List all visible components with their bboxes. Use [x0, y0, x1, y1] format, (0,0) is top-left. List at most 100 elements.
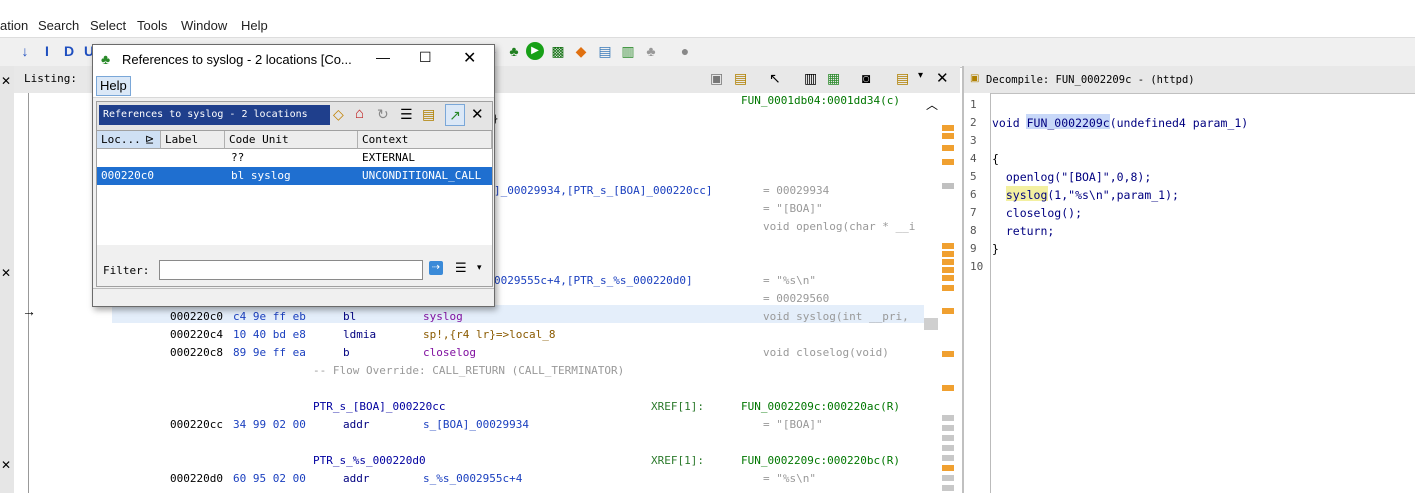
filter-options-icon[interactable]: ☰ [455, 260, 467, 276]
address[interactable]: 000220c8 [170, 346, 223, 360]
code-line[interactable]: void FUN_0002209c(undefined4 param_1) [992, 116, 1248, 130]
mnemonic[interactable]: b [343, 346, 350, 360]
menu-window[interactable]: Window [181, 18, 227, 33]
column-header-code-unit[interactable]: Code Unit [225, 131, 358, 149]
decompile-tab-bar: ▣ Decompile: FUN_0002209c - (httpd) [964, 66, 1415, 94]
network-icon[interactable]: ♣ [642, 42, 660, 60]
address[interactable]: 000220d0 [170, 472, 223, 486]
code-line[interactable]: } [992, 242, 999, 256]
field-icon[interactable]: ▥ [804, 70, 817, 87]
filter-input[interactable] [159, 260, 423, 280]
mnemonic[interactable]: ldmia [343, 328, 376, 342]
cell-code-unit: ?? [231, 151, 245, 164]
scroll-up-icon[interactable]: ︿ [926, 96, 938, 113]
run-icon[interactable]: ▶ [526, 42, 544, 60]
menu-select[interactable]: Select [90, 18, 126, 33]
overview-bar[interactable] [938, 93, 960, 493]
address[interactable]: 000220cc [170, 418, 223, 432]
menu-bar: ation Search Select Tools Window Help [0, 15, 1415, 37]
operand[interactable]: s_%s_0002955c+4 [423, 472, 522, 486]
code-line[interactable]: openlog("[BOA]",0,8); [992, 170, 1151, 184]
maximize-icon[interactable]: ☐ [419, 49, 432, 66]
home-icon[interactable]: ⌂ [355, 105, 364, 122]
flow-override-comment: -- Flow Override: CALL_RETURN (CALL_TERM… [313, 364, 625, 377]
references-panel-title: References to syslog - 2 locations [99, 105, 330, 125]
label[interactable]: PTR_s_%s_000220d0 [313, 454, 426, 468]
close-icon[interactable]: ✕ [471, 105, 484, 123]
line-number: 10 [970, 260, 984, 273]
table-row[interactable]: 000220c0 bl syslog UNCONDITIONAL_CALL [97, 167, 492, 185]
graph-icon[interactable]: ▦ [827, 70, 840, 87]
settings-icon[interactable]: ● [676, 42, 694, 60]
code-line[interactable]: closelog(); [992, 206, 1082, 220]
function-xref[interactable]: FUN_0001db04:0001dd34(c) [741, 94, 900, 108]
operand[interactable]: s_[BOA]_00029934 [423, 418, 529, 432]
operand[interactable]: 0029555c+4,[PTR_s_%s_000220d0] [494, 274, 693, 288]
tree-icon[interactable]: ♣ [505, 42, 523, 60]
bytes: 10 40 bd e8 [233, 328, 306, 341]
tag-icon[interactable]: ◇ [333, 106, 344, 123]
paste-icon[interactable]: ▤ [734, 70, 747, 87]
refresh-icon[interactable]: ↻ [377, 106, 389, 123]
xref-target[interactable]: FUN_0002209c:000220bc(R) [741, 454, 900, 468]
chevron-down-icon[interactable]: ▾ [918, 70, 923, 81]
close-icon[interactable]: ✕ [0, 74, 12, 88]
scrollbar-thumb[interactable] [924, 318, 938, 330]
mnemonic[interactable]: addr [343, 472, 370, 486]
layout-icon[interactable]: ▤ [896, 70, 909, 87]
list-icon[interactable]: ☰ [400, 106, 413, 123]
filter-go-icon[interactable]: ⇢ [429, 261, 443, 275]
bytes: 34 99 02 00 [233, 418, 306, 431]
dialog-title-bar[interactable]: ♣ References to syslog - 2 locations [Co… [93, 45, 494, 75]
data-icon[interactable]: D [60, 42, 78, 60]
listing-tab[interactable]: Listing: [24, 72, 77, 85]
address[interactable]: 000220c0 [170, 310, 223, 324]
label[interactable]: PTR_s_[BOA]_000220cc [313, 400, 445, 414]
mnemonic[interactable]: bl [343, 310, 356, 324]
help-menu[interactable]: Help [96, 76, 131, 96]
close-icon[interactable]: ✕ [463, 48, 476, 68]
code-line[interactable]: { [992, 152, 999, 166]
bytes: 60 95 02 00 [233, 472, 306, 485]
cell-location: 000220c0 [101, 169, 154, 182]
code-line[interactable]: syslog(1,"%s\n",param_1); [992, 188, 1179, 202]
decompile-tab[interactable]: Decompile: FUN_0002209c - (httpd) [986, 74, 1195, 86]
camera-icon[interactable]: ◙ [862, 70, 870, 86]
menu-search[interactable]: Search [38, 18, 79, 33]
menu-help[interactable]: Help [241, 18, 268, 33]
filter-label: Filter: [103, 264, 150, 277]
copy-icon[interactable]: ▣ [710, 70, 723, 87]
dialog-menu-bar: Help [93, 75, 494, 98]
table-row[interactable]: ?? EXTERNAL [97, 149, 492, 167]
instruction-icon[interactable]: I [38, 42, 56, 60]
menu-tools[interactable]: Tools [137, 18, 167, 33]
mnemonic[interactable]: addr [343, 418, 370, 432]
close-icon[interactable]: ✕ [0, 458, 12, 472]
chevron-down-icon[interactable]: ▾ [477, 262, 482, 273]
menu-navigation[interactable]: ation [0, 18, 28, 33]
close-icon[interactable]: ✕ [936, 69, 949, 87]
column-header-label[interactable]: Label [161, 131, 225, 149]
minimize-icon[interactable]: — [376, 49, 390, 65]
column-header-context[interactable]: Context [358, 131, 492, 149]
diamond-icon[interactable]: ◆ [572, 42, 590, 60]
comment: = "[BOA]" [763, 202, 823, 215]
down-arrow-icon[interactable]: ↓ [16, 42, 34, 60]
table-icon[interactable]: ▤ [596, 42, 614, 60]
xref-target[interactable]: FUN_0002209c:000220ac(R) [741, 400, 900, 414]
navigate-icon[interactable]: ↗ [445, 104, 465, 126]
comment: = "%s\n" [763, 472, 816, 485]
code-line[interactable]: return; [992, 224, 1054, 238]
export-icon[interactable]: ▥ [619, 42, 637, 60]
status-divider [93, 288, 494, 289]
cursor-icon[interactable]: ↖ [769, 70, 781, 87]
close-icon[interactable]: ✕ [0, 266, 12, 280]
memory-icon[interactable]: ▩ [549, 42, 567, 60]
operand[interactable]: closelog [423, 346, 476, 360]
export-icon[interactable]: ▤ [422, 106, 435, 123]
operand[interactable]: sp!,{r4 lr}=>local_8 [423, 328, 555, 342]
address[interactable]: 000220c4 [170, 328, 223, 342]
operand[interactable]: ]_00029934,[PTR_s_[BOA]_000220cc] [494, 184, 713, 198]
operand[interactable]: syslog [423, 310, 463, 324]
line-number: 5 [970, 170, 977, 183]
